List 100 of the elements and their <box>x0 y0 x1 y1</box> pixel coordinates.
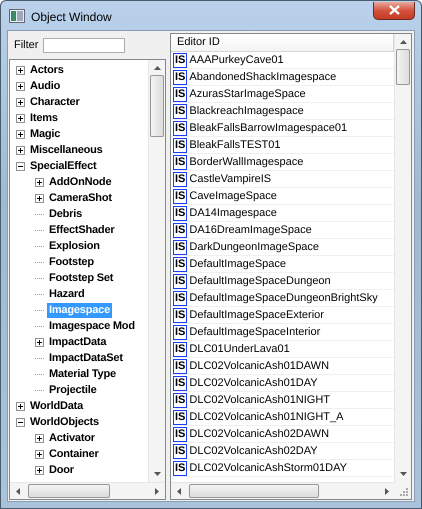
expand-icon[interactable] <box>16 146 25 154</box>
window-icon <box>9 8 25 22</box>
list-item[interactable]: BleakFallsBarrowImagespace01 <box>189 122 348 134</box>
tree-item[interactable]: CameraShot <box>47 190 114 206</box>
list-item[interactable]: DLC02VolcanicAsh01DAY <box>189 377 318 389</box>
imagespace-icon: IS <box>173 256 188 272</box>
list-item[interactable]: DLC02VolcanicAsh01DAWN <box>189 360 330 372</box>
list-item[interactable]: BorderWallImagespace <box>189 156 304 168</box>
tree-item[interactable]: Container <box>47 446 101 462</box>
column-header[interactable]: Editor ID <box>171 34 394 51</box>
tree-item[interactable]: EffectShader <box>47 222 116 238</box>
scroll-thumb[interactable] <box>189 484 319 498</box>
tree-item[interactable]: WorldData <box>28 398 86 414</box>
expand-icon[interactable] <box>35 450 44 458</box>
expand-icon[interactable] <box>35 338 44 346</box>
list-item[interactable]: DefaultImageSpaceExterior <box>189 309 324 321</box>
tree-item[interactable]: Imagespace Mod <box>47 318 137 334</box>
list-item[interactable]: DLC01UnderLava01 <box>189 343 290 355</box>
list-item[interactable]: DefaultImageSpaceDungeonBrightSky <box>189 292 378 304</box>
size-grip-icon[interactable] <box>398 486 408 496</box>
list-item[interactable]: DLC02VolcanicAsh01NIGHT_A <box>189 411 344 423</box>
tree-item[interactable]: Character <box>28 94 82 110</box>
imagespace-icon: IS <box>173 342 188 356</box>
list-item[interactable]: AzurasStarImageSpace <box>189 88 306 100</box>
list-item[interactable]: DefaultImageSpaceDungeon <box>189 275 331 287</box>
close-icon <box>388 5 400 15</box>
collapse-icon[interactable] <box>16 418 25 426</box>
tree-item[interactable]: Footstep Set <box>47 270 116 286</box>
list-item[interactable]: DLC02VolcanicAsh01NIGHT <box>189 394 330 406</box>
tree-item[interactable]: Footstep <box>47 254 96 270</box>
expand-icon[interactable] <box>16 402 25 410</box>
tree-item[interactable]: SpecialEffect <box>28 158 98 174</box>
imagespace-icon: IS <box>173 240 188 254</box>
scroll-left-icon <box>177 488 181 494</box>
tree-item[interactable]: ImpactDataSet <box>47 350 125 366</box>
imagespace-icon: IS <box>173 172 188 186</box>
list-item[interactable]: BleakFallsTEST01 <box>189 139 280 151</box>
expand-icon[interactable] <box>16 82 25 90</box>
filter-field[interactable] <box>43 38 126 52</box>
imagespace-icon: IS <box>173 376 188 390</box>
expand-icon[interactable] <box>16 66 25 74</box>
close-button[interactable] <box>373 2 415 20</box>
list-item[interactable]: BlackreachImagespace <box>189 105 304 117</box>
list-item[interactable]: DefaultImageSpaceInterior <box>189 326 320 338</box>
tree-item[interactable]: ImpactData <box>47 334 108 350</box>
imagespace-icon: IS <box>173 444 188 458</box>
imagespace-icon: IS <box>173 138 188 152</box>
tree-item[interactable]: Material Type <box>47 366 118 382</box>
scrollbar[interactable] <box>394 34 411 482</box>
list-item[interactable]: DA16DreamImageSpace <box>189 224 312 236</box>
imagespace-icon: IS <box>173 70 188 84</box>
scroll-thumb[interactable] <box>28 484 110 498</box>
list-item[interactable]: DLC02VolcanicAsh02DAY <box>189 445 318 457</box>
tree-item[interactable]: Door <box>47 462 76 478</box>
tree-item[interactable]: Explosion <box>47 238 102 254</box>
tree-item[interactable]: Debris <box>47 206 84 222</box>
imagespace-icon: IS <box>173 120 188 136</box>
expand-icon[interactable] <box>16 114 25 122</box>
expand-icon[interactable] <box>35 178 44 186</box>
scroll-down-icon <box>154 472 160 476</box>
tree-item[interactable]: Actors <box>28 62 66 78</box>
tree-item[interactable]: AddOnNode <box>47 174 114 190</box>
list-item[interactable]: DefaultImageSpace <box>189 258 286 270</box>
list-item[interactable]: CaveImageSpace <box>189 190 277 202</box>
list-item[interactable]: DLC02VolcanicAsh02DAWN <box>189 428 330 440</box>
imagespace-icon: IS <box>173 426 188 442</box>
window-title: Object Window <box>31 8 113 24</box>
expand-icon[interactable] <box>35 466 44 474</box>
imagespace-icon: IS <box>173 206 188 220</box>
list-item[interactable]: DLC02VolcanicAshStorm01DAY <box>189 462 347 474</box>
expand-icon[interactable] <box>35 434 44 442</box>
scrollbar[interactable] <box>171 482 395 499</box>
scrollbar[interactable] <box>10 482 165 499</box>
imagespace-icon: IS <box>173 188 188 204</box>
imagespace-icon: IS <box>173 104 188 118</box>
scroll-thumb[interactable] <box>396 49 410 85</box>
list-item[interactable]: AbandonedShackImagespace <box>189 71 336 83</box>
tree-item[interactable]: Hazard <box>47 286 86 302</box>
tree-item[interactable]: Magic <box>28 126 62 142</box>
scrollbar[interactable] <box>148 60 165 482</box>
list-item[interactable]: AAAPurkeyCave01 <box>189 54 284 66</box>
tree-item[interactable]: Audio <box>28 78 62 94</box>
list-item[interactable]: DarkDungeonImageSpace <box>189 241 320 253</box>
imagespace-icon: IS <box>173 308 188 322</box>
imagespace-icon: IS <box>173 392 188 408</box>
tree-item[interactable]: WorldObjects <box>28 414 101 430</box>
scroll-thumb[interactable] <box>150 75 164 137</box>
tree-item[interactable]: Activator <box>47 430 97 446</box>
collapse-icon[interactable] <box>16 162 25 170</box>
tree-item[interactable]: Items <box>28 110 60 126</box>
tree-item[interactable]: Miscellaneous <box>28 142 105 158</box>
filter-label: Filter <box>14 39 38 51</box>
list-item[interactable]: DA14Imagespace <box>189 207 277 219</box>
expand-icon[interactable] <box>35 194 44 202</box>
list-item[interactable]: CastleVampireIS <box>189 173 272 185</box>
expand-icon[interactable] <box>16 98 25 106</box>
expand-icon[interactable] <box>16 130 25 138</box>
imagespace-icon: IS <box>173 154 188 170</box>
imagespace-icon: IS <box>173 358 188 374</box>
tree-item[interactable]: Projectile <box>47 382 99 398</box>
